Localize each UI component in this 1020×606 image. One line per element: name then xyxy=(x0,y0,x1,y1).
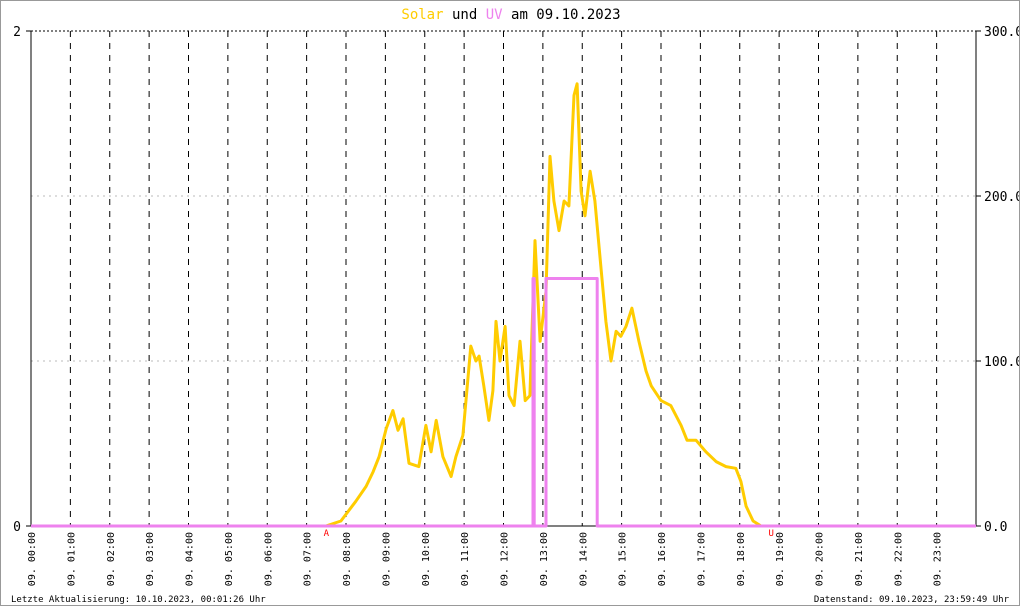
x-tick-label: 09. 22:00 xyxy=(893,532,904,586)
x-tick-label: 09. 19:00 xyxy=(775,532,786,586)
x-tick-label: 09. 06:00 xyxy=(263,532,274,586)
x-tick-label: 09. 21:00 xyxy=(854,532,865,586)
x-tick-label: 09. 14:00 xyxy=(578,532,589,586)
solar-uv-chart: Solar und UV am 09.10.2023 09. 00:00 09. … xyxy=(11,7,1019,605)
title-uv: UV xyxy=(486,7,503,23)
x-tick-label: 09. 15:00 xyxy=(618,532,629,586)
x-tick-label: 09. 02:00 xyxy=(106,532,117,586)
x-tick-label: 09. 11:00 xyxy=(460,532,471,586)
title-date: am 09.10.2023 xyxy=(511,7,621,23)
marker-U: U xyxy=(769,529,774,539)
right-tick-label: 100.0 xyxy=(984,355,1019,370)
x-tick-label: 09. 12:00 xyxy=(500,532,511,586)
title-solar: Solar xyxy=(401,7,443,23)
left-tick-label: 2 xyxy=(13,25,21,40)
x-tick-label: 09. 04:00 xyxy=(185,532,196,586)
chart-container: Solar und UV am 09.10.2023 09. 00:00 09. … xyxy=(0,0,1020,606)
x-tick-label: 09. 17:00 xyxy=(696,532,707,586)
x-tick-label: 09. 23:00 xyxy=(933,532,944,586)
chart-title: Solar und UV am 09.10.2023 xyxy=(401,7,620,23)
x-tick-label: 09. 16:00 xyxy=(657,532,668,586)
right-tick-label: 200.0 xyxy=(984,190,1019,205)
right-tick-label: 0.0 xyxy=(984,520,1007,535)
x-tick-label: 09. 09:00 xyxy=(381,532,392,586)
x-tick-label: 09. 07:00 xyxy=(303,532,314,586)
x-tick-label: 09. 00:00 xyxy=(27,532,38,586)
right-tick-label: 300.0 xyxy=(984,25,1019,40)
footer-data-status: Datenstand: 09.10.2023, 23:59:49 Uhr xyxy=(814,595,1010,605)
x-tick-label: 09. 05:00 xyxy=(224,532,235,586)
left-tick-label: 0 xyxy=(13,520,21,535)
x-tick-label: 09. 13:00 xyxy=(539,532,550,586)
footer-last-update: Letzte Aktualisierung: 10.10.2023, 00:01… xyxy=(11,595,266,605)
x-tick-label: 09. 01:00 xyxy=(66,532,77,586)
x-tick-label: 09. 03:00 xyxy=(145,532,156,586)
x-tick-label: 09. 10:00 xyxy=(421,532,432,586)
title-und: und xyxy=(452,7,477,23)
x-tick-label: 09. 18:00 xyxy=(736,532,747,586)
series-solar-line xyxy=(31,82,976,528)
x-tick-label: 09. 20:00 xyxy=(815,532,826,586)
marker-A: A xyxy=(324,529,330,539)
x-tick-label: 09. 08:00 xyxy=(342,532,353,586)
